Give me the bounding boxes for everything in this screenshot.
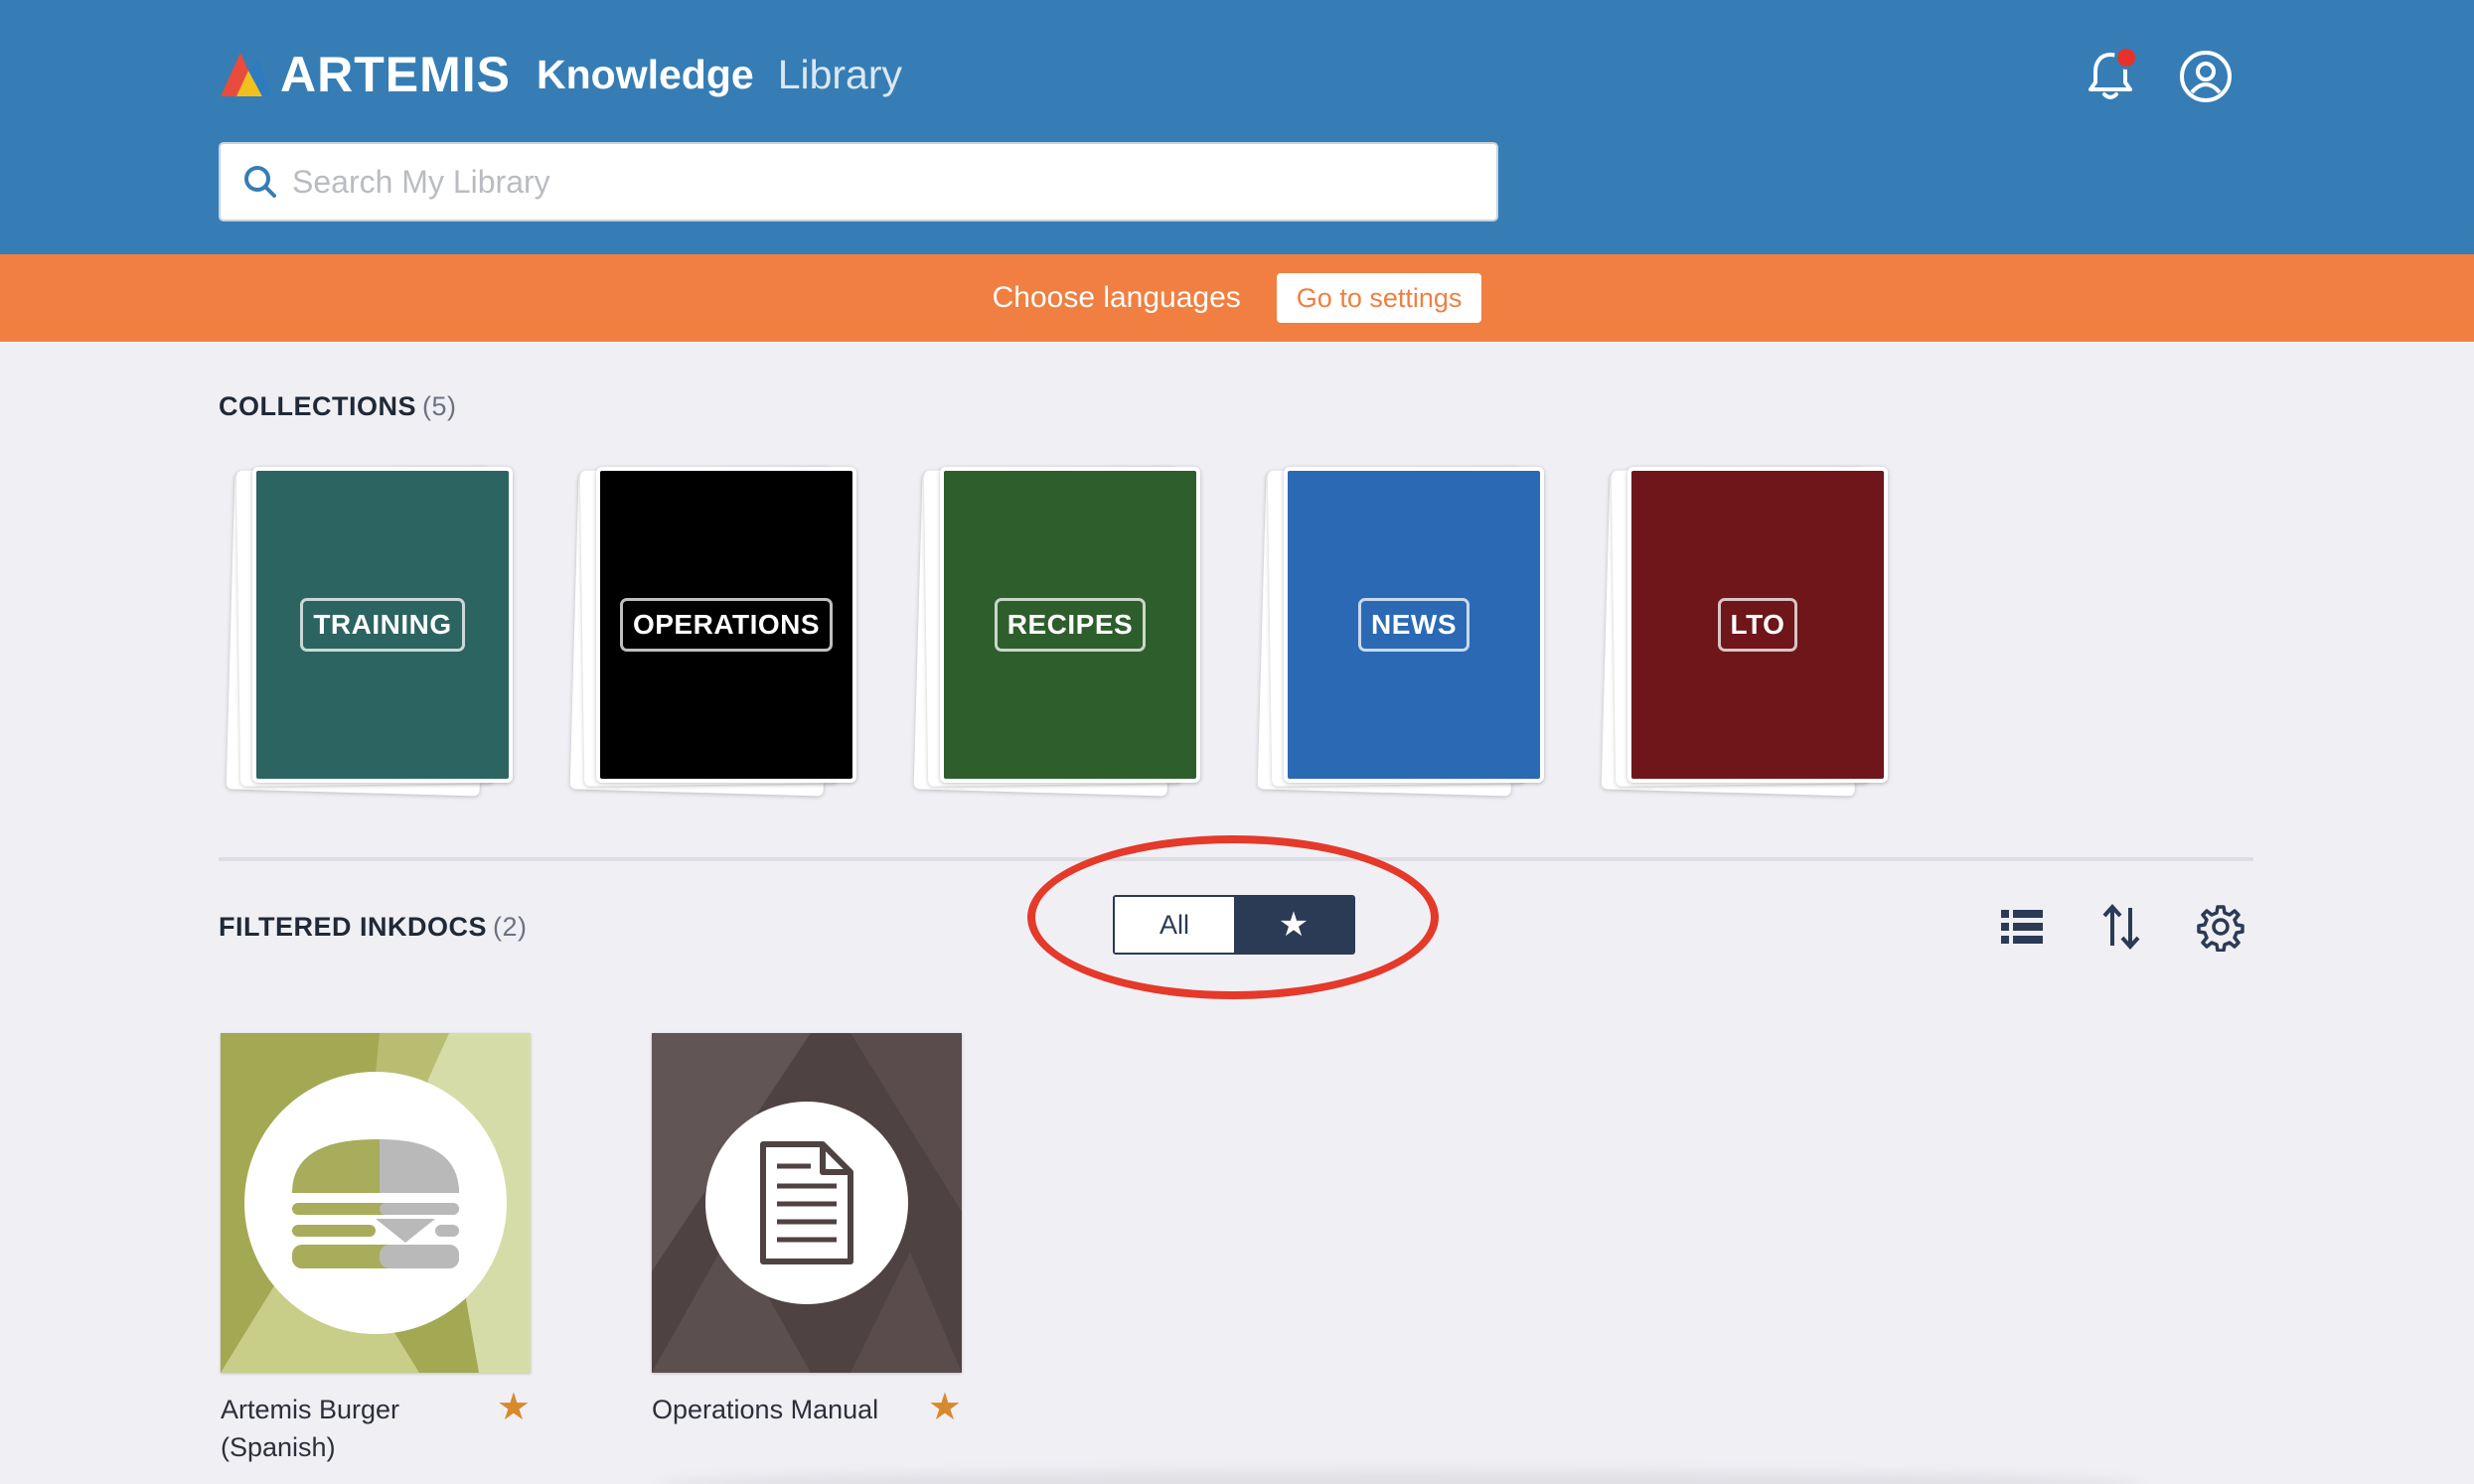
inkdoc-title: Operations Manual bbox=[652, 1395, 879, 1424]
inkdoc-card[interactable]: Artemis Burger (Spanish) ★ bbox=[221, 1033, 531, 1462]
banner-text: Choose languages bbox=[992, 281, 1241, 314]
go-to-settings-button[interactable]: Go to settings bbox=[1276, 273, 1482, 323]
collections-heading: COLLECTIONS (5) bbox=[219, 391, 457, 422]
search-icon bbox=[244, 166, 276, 198]
document-icon bbox=[760, 1141, 853, 1264]
collection-lto[interactable]: LTO bbox=[1596, 461, 1888, 799]
star-icon[interactable]: ★ bbox=[497, 1389, 531, 1426]
collections-count: (5) bbox=[422, 391, 457, 421]
collection-cover: LTO bbox=[1627, 467, 1888, 783]
gear-icon[interactable] bbox=[2196, 902, 2245, 952]
inkdoc-card[interactable]: Operations Manual ★ bbox=[652, 1033, 962, 1426]
collection-label: NEWS bbox=[1358, 598, 1469, 652]
artemis-logo-icon bbox=[221, 53, 272, 96]
collection-label: LTO bbox=[1717, 598, 1798, 652]
filtered-count: (2) bbox=[493, 912, 528, 942]
filter-all-button[interactable]: All bbox=[1115, 897, 1234, 953]
app-logo[interactable]: ARTEMIS Knowledge Library bbox=[219, 47, 903, 102]
notification-dot bbox=[2114, 46, 2138, 70]
collection-label: RECIPES bbox=[994, 598, 1147, 652]
collection-training[interactable]: TRAINING bbox=[221, 461, 513, 799]
collections-title: COLLECTIONS bbox=[219, 391, 416, 421]
scroll-shadow bbox=[656, 1470, 2146, 1484]
language-banner: Choose languages Go to settings bbox=[0, 254, 2474, 342]
burger-icon bbox=[292, 1139, 459, 1268]
filter-starred-button[interactable]: ★ bbox=[1234, 897, 1353, 953]
section-divider bbox=[219, 857, 2253, 861]
brand-name: ARTEMIS bbox=[280, 47, 511, 102]
collection-cover: NEWS bbox=[1284, 467, 1544, 783]
inkdoc-title: Artemis Burger (Spanish) bbox=[221, 1395, 400, 1462]
brand-knowledge: Knowledge bbox=[537, 51, 754, 97]
inkdoc-thumbnail bbox=[652, 1033, 962, 1373]
collection-cover: RECIPES bbox=[940, 467, 1200, 783]
app-header: ARTEMIS Knowledge Library bbox=[0, 0, 2474, 254]
list-view-icon[interactable] bbox=[1997, 902, 2047, 952]
collection-cover: TRAINING bbox=[252, 467, 513, 783]
sort-icon[interactable] bbox=[2096, 902, 2146, 952]
search-bar bbox=[219, 142, 1498, 222]
inkdoc-thumbnail bbox=[221, 1033, 531, 1373]
user-circle-icon[interactable] bbox=[2176, 47, 2236, 106]
collection-recipes[interactable]: RECIPES bbox=[908, 461, 1200, 799]
star-icon: ★ bbox=[1278, 906, 1310, 944]
collection-cover: OPERATIONS bbox=[596, 467, 856, 783]
search-input[interactable] bbox=[292, 163, 1435, 201]
collection-operations[interactable]: OPERATIONS bbox=[564, 461, 856, 799]
filter-toggle: All ★ bbox=[1113, 895, 1355, 955]
star-icon[interactable]: ★ bbox=[928, 1389, 962, 1426]
collection-news[interactable]: NEWS bbox=[1252, 461, 1544, 799]
collection-label: OPERATIONS bbox=[619, 598, 834, 652]
filtered-title: FILTERED INKDOCS bbox=[219, 912, 487, 942]
collection-label: TRAINING bbox=[300, 598, 465, 652]
filtered-heading: FILTERED INKDOCS (2) bbox=[219, 912, 528, 943]
brand-library: Library bbox=[777, 51, 903, 97]
